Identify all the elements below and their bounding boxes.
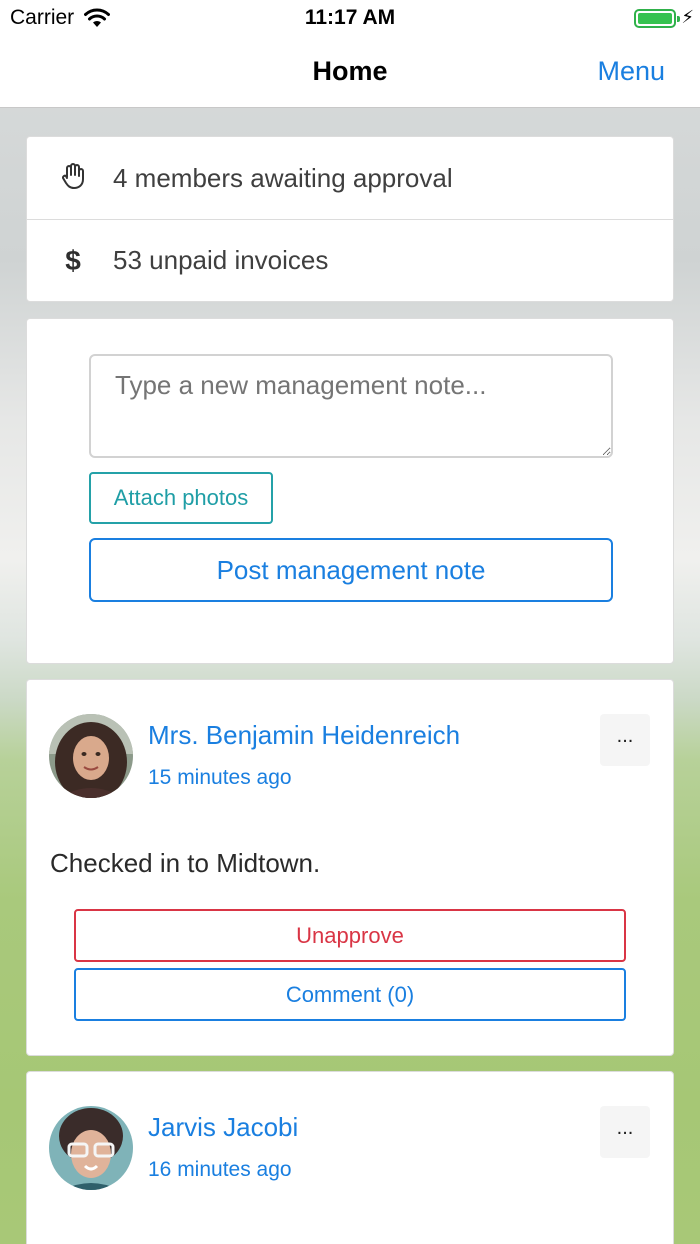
navigation-bar: Home Menu: [0, 38, 700, 108]
summary-card: 4 members awaiting approval $ 53 unpaid …: [26, 136, 674, 302]
awaiting-approval-text: 4 members awaiting approval: [113, 162, 453, 193]
feed-post: Mrs. Benjamin Heidenreich 15 minutes ago…: [26, 679, 674, 1056]
feed-post: Jarvis Jacobi 16 minutes ago ...: [26, 1071, 674, 1244]
management-note-input[interactable]: [89, 354, 613, 458]
more-options-button[interactable]: ...: [600, 714, 650, 766]
avatar[interactable]: [49, 714, 133, 798]
unpaid-invoices-row[interactable]: $ 53 unpaid invoices: [27, 219, 673, 301]
post-timestamp: 16 minutes ago: [148, 1158, 292, 1181]
status-bar: Carrier 11:17 AM ⚡︎: [0, 0, 700, 38]
hand-icon: [59, 162, 87, 195]
comment-button[interactable]: Comment (0): [74, 968, 626, 1021]
page-title: Home: [312, 56, 388, 86]
management-note-card: Attach photos Post management note: [26, 318, 674, 664]
battery-icon: [634, 9, 680, 28]
unpaid-invoices-text: 53 unpaid invoices: [113, 245, 329, 275]
charging-bolt-icon: ⚡︎: [681, 7, 694, 27]
post-timestamp: 15 minutes ago: [148, 766, 292, 789]
post-body: Checked in to Midtown.: [50, 848, 321, 878]
unapprove-button[interactable]: Unapprove: [74, 909, 626, 962]
attach-photos-button[interactable]: Attach photos: [89, 472, 273, 524]
post-management-note-button[interactable]: Post management note: [89, 538, 613, 602]
clock: 11:17 AM: [304, 6, 396, 29]
awaiting-approval-row[interactable]: 4 members awaiting approval: [27, 137, 673, 219]
more-options-button[interactable]: ...: [600, 1106, 650, 1158]
avatar[interactable]: [49, 1106, 133, 1190]
author-name[interactable]: Jarvis Jacobi: [148, 1112, 298, 1143]
dollar-icon: $: [65, 244, 81, 276]
menu-button[interactable]: Menu: [597, 56, 665, 87]
author-name[interactable]: Mrs. Benjamin Heidenreich: [148, 720, 460, 751]
